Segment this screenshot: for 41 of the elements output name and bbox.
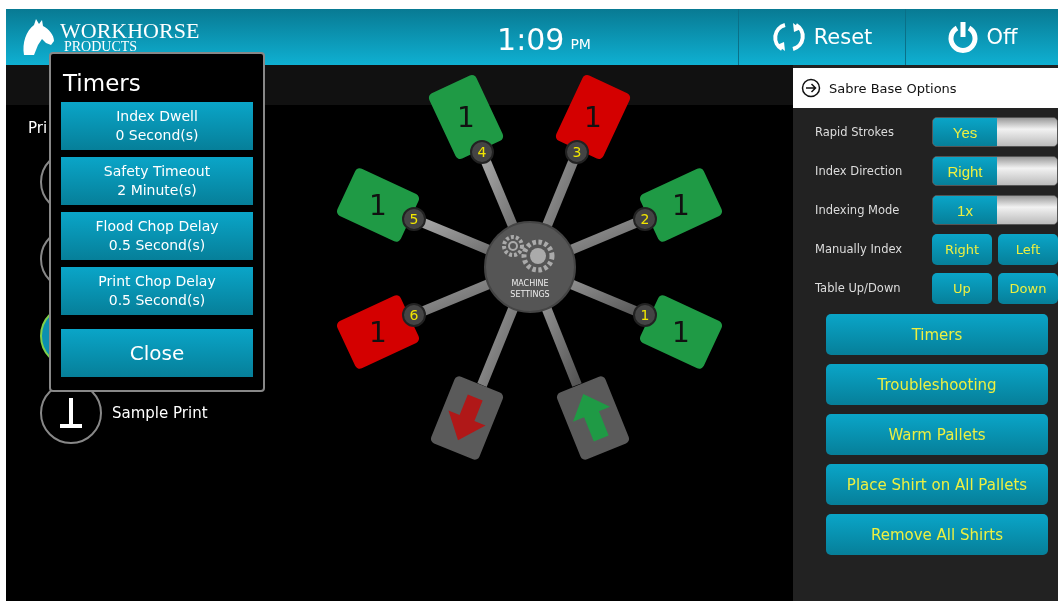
clock-period: PM: [570, 35, 591, 52]
action-button[interactable]: Timers: [826, 314, 1048, 355]
setting-label: Index Direction: [815, 164, 904, 178]
machine-settings-hub[interactable]: [484, 221, 576, 313]
action-button[interactable]: Remove All Shirts: [826, 514, 1048, 555]
setting-label: Manually Index: [815, 242, 904, 256]
action-button[interactable]: Troubleshooting: [826, 364, 1048, 405]
power-icon: [946, 21, 979, 53]
close-button[interactable]: Close: [61, 329, 253, 377]
option-button[interactable]: Right: [932, 233, 992, 265]
setting-label: Rapid Strokes: [815, 125, 895, 139]
panel-title: Sabre Base Options: [829, 80, 957, 96]
pallet-count: 1: [369, 189, 387, 222]
pallet-count: 1: [672, 189, 690, 222]
pallet-count: 1: [369, 316, 387, 349]
action-button[interactable]: Place Shirt on All Pallets: [826, 464, 1048, 505]
logo-subtext: PRODUCTS: [63, 40, 139, 54]
timer-button[interactable]: Flood Chop Delay 0.5 Second(s): [61, 212, 253, 260]
toggle-switch[interactable]: Yes: [932, 117, 1058, 147]
logo-text: WORKHORSE: [60, 20, 200, 41]
setting-label: Indexing Mode: [815, 203, 901, 217]
option-button[interactable]: Down: [998, 272, 1058, 304]
pallet-count: 1: [672, 316, 690, 349]
timer-button[interactable]: Index Dwell 0 Second(s): [61, 102, 253, 150]
toggle-switch[interactable]: 1x: [932, 195, 1058, 225]
clock-time: 1:09: [497, 21, 565, 57]
timer-button[interactable]: Safety Timeout 2 Minute(s): [61, 157, 253, 205]
option-button[interactable]: Up: [932, 272, 992, 304]
pallet-count: 1: [457, 101, 475, 134]
toggle-switch[interactable]: Right: [932, 156, 1058, 186]
refresh-icon: [771, 21, 806, 53]
timer-button[interactable]: Print Chop Delay 0.5 Second(s): [61, 267, 253, 315]
setting-label: Table Up/Down: [815, 281, 902, 295]
arrow-right-circle-icon: [801, 78, 821, 98]
option-button[interactable]: Left: [998, 233, 1058, 265]
action-button[interactable]: Warm Pallets: [826, 414, 1048, 455]
t-bar-icon: [58, 396, 84, 430]
pallet-count: 1: [584, 101, 602, 134]
menu-heading: Pri: [28, 119, 48, 137]
dialog-title: Timers: [62, 69, 142, 98]
menu-label: Sample Print: [112, 404, 208, 422]
